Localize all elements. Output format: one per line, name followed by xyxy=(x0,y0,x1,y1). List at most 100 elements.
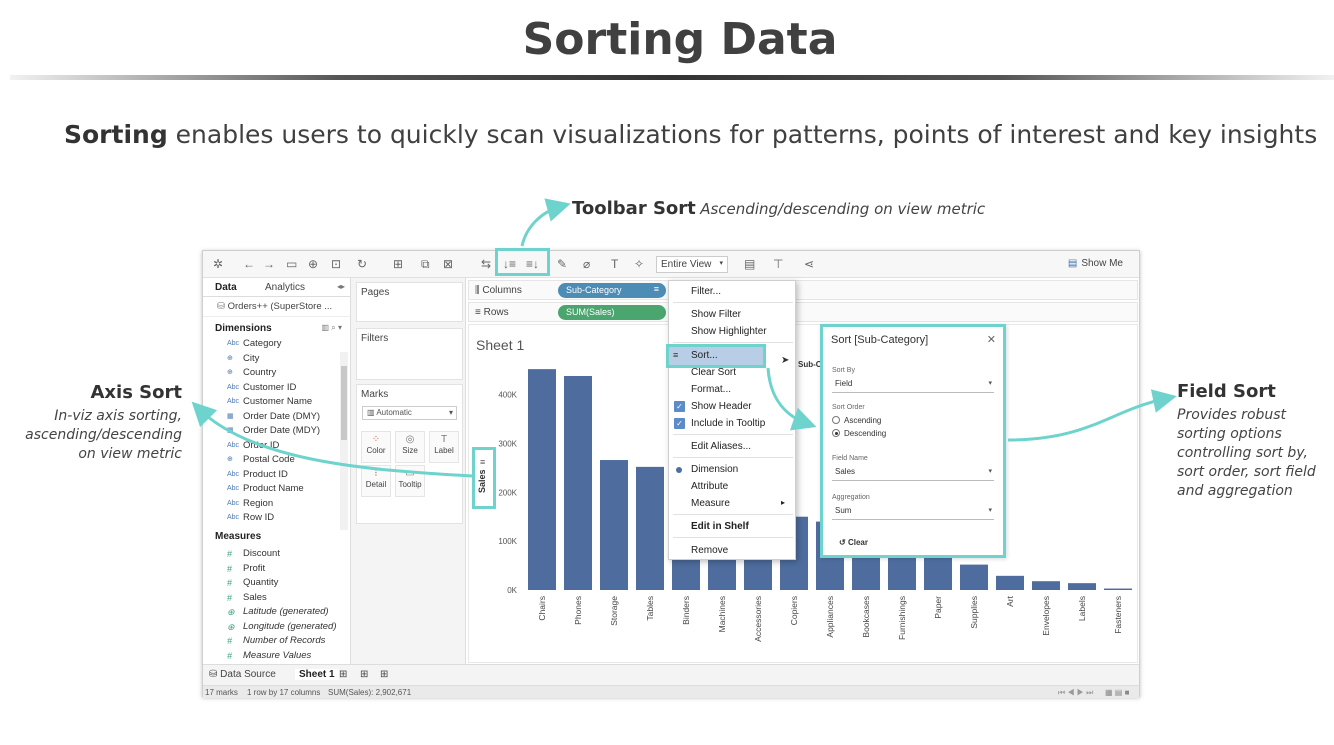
undo-icon[interactable]: ← xyxy=(243,257,255,271)
new-worksheet-icon[interactable]: ⊞ xyxy=(339,669,347,680)
dimension-field[interactable]: Abc Product ID xyxy=(203,468,350,483)
x-tick-label: Envelopes xyxy=(1041,596,1051,636)
menu-attribute[interactable]: Attribute xyxy=(691,481,728,492)
bar-envelopes[interactable] xyxy=(1032,581,1060,590)
sub-category-pill[interactable]: Sub-Category ≡ xyxy=(558,283,666,298)
sheet-nav-icons[interactable]: ⏮ ◀ ▶ ⏭ xyxy=(1058,688,1093,698)
columns-shelf[interactable]: ⫼ Columns Sub-Category ≡ xyxy=(468,280,1138,300)
label-icon[interactable]: T xyxy=(611,257,618,271)
show-me-button[interactable]: ▤ Show Me xyxy=(1068,258,1123,269)
menu-edit-in-shelf[interactable]: Edit in Shelf xyxy=(691,521,749,532)
menu-show-highlighter[interactable]: Show Highlighter xyxy=(691,326,767,337)
dimension-field[interactable]: Abc Order ID xyxy=(203,439,350,454)
bar-art[interactable] xyxy=(996,575,1024,590)
dimension-field[interactable]: ⊕ Postal Code xyxy=(203,453,350,468)
presentation-icon[interactable]: ⊤ xyxy=(773,257,783,271)
measure-field[interactable]: # Measure Values xyxy=(203,649,350,664)
menu-sort-highlighted[interactable]: ≡ Sort... ➤ xyxy=(666,344,789,368)
measure-field[interactable]: # Discount xyxy=(203,547,350,562)
pause-updates-icon[interactable]: ⊡ xyxy=(331,257,341,271)
measure-field[interactable]: # Sales xyxy=(203,591,350,606)
save-icon[interactable]: ▭ xyxy=(286,257,297,271)
bar-labels[interactable] xyxy=(1068,583,1096,590)
minimize-icon[interactable]: ◂▸ xyxy=(337,282,345,291)
bar-storage[interactable] xyxy=(600,460,628,590)
bar-chairs[interactable] xyxy=(528,369,556,590)
menu-show-filter[interactable]: Show Filter xyxy=(691,309,741,320)
tab-analytics[interactable]: Analytics xyxy=(265,282,305,293)
bar-fasteners[interactable] xyxy=(1104,588,1132,590)
rows-shelf[interactable]: ≡ Rows SUM(Sales) xyxy=(468,302,1138,322)
data-source-tab[interactable]: ⛁ Data Source xyxy=(209,669,276,680)
bar-phones[interactable] xyxy=(564,375,592,590)
filters-card[interactable]: Filters xyxy=(356,328,463,380)
measure-field[interactable]: # Number of Records xyxy=(203,634,350,649)
new-sheet-icon[interactable]: ⊞ xyxy=(393,257,403,271)
view-mode-icons[interactable]: ▦ ▤ ■ xyxy=(1105,688,1129,697)
new-story-icon[interactable]: ⊞ xyxy=(380,669,388,680)
share-icon[interactable]: ⋖ xyxy=(804,257,814,271)
pin-icon[interactable]: ✧ xyxy=(634,257,644,271)
redo-icon[interactable]: → xyxy=(263,257,275,271)
menu-format[interactable]: Format... xyxy=(691,384,731,395)
dimension-field[interactable]: Abc Row ID xyxy=(203,511,350,526)
menu-dimension[interactable]: Dimension xyxy=(691,464,738,475)
color-button[interactable]: ⁘ Color xyxy=(361,431,391,463)
mark-type-dropdown[interactable]: ▥ Automatic ▾ xyxy=(362,406,457,420)
menu-measure[interactable]: Measure xyxy=(691,498,730,509)
size-button[interactable]: ◎ Size xyxy=(395,431,425,463)
dimension-field[interactable]: Abc Product Name xyxy=(203,482,350,497)
dimension-field[interactable]: Abc Customer Name xyxy=(203,395,350,410)
dimension-field[interactable]: ▦ Order Date (MDY) xyxy=(203,424,350,439)
dimension-field[interactable]: Abc Customer ID xyxy=(203,381,350,396)
clear-button[interactable]: ↺ Clear xyxy=(839,538,868,547)
measure-field[interactable]: ⊕ Latitude (generated) xyxy=(203,605,350,620)
close-icon[interactable]: ✕ xyxy=(987,333,996,346)
refresh-icon[interactable]: ↻ xyxy=(357,257,367,271)
menu-show-header[interactable]: Show Header xyxy=(691,401,752,412)
menu-include-in-tooltip[interactable]: Include in Tooltip xyxy=(691,418,765,429)
tab-data[interactable]: Data xyxy=(215,282,237,293)
new-dashboard-icon[interactable]: ⊞ xyxy=(360,669,368,680)
dimension-field[interactable]: Abc Segment xyxy=(203,526,350,528)
dimension-field[interactable]: ▦ Order Date (DMY) xyxy=(203,410,350,425)
menu-filter[interactable]: Filter... xyxy=(691,286,721,297)
label-button[interactable]: T Label xyxy=(429,431,459,463)
dimension-scrollbar[interactable] xyxy=(340,352,348,530)
clear-sheet-icon[interactable]: ⊠ xyxy=(443,257,453,271)
detail-button[interactable]: ⁝ Detail xyxy=(361,465,391,497)
measure-field[interactable]: ⊕ Longitude (generated) xyxy=(203,620,350,635)
sort-by-select[interactable]: Field ▾ xyxy=(832,379,994,393)
bar-tables[interactable] xyxy=(636,466,664,590)
scrollbar-thumb[interactable] xyxy=(341,366,347,440)
x-tick-label: Copiers xyxy=(789,596,799,625)
swap-icon[interactable]: ⇆ xyxy=(481,257,491,271)
dimension-field[interactable]: ⊕ City xyxy=(203,352,350,367)
dimensions-tools-icon[interactable]: ▥ ⌕ ▾ xyxy=(322,323,343,333)
field-name-select[interactable]: Sales ▾ xyxy=(832,467,994,481)
show-cards-icon[interactable]: ▤ xyxy=(744,257,755,271)
highlight-icon[interactable]: ✎ xyxy=(557,257,567,271)
ascending-radio[interactable]: Ascending xyxy=(832,416,881,425)
new-datasource-icon[interactable]: ⊕ xyxy=(308,257,318,271)
pages-card[interactable]: Pages xyxy=(356,282,463,322)
menu-edit-aliases[interactable]: Edit Aliases... xyxy=(691,441,751,452)
duplicate-sheet-icon[interactable]: ⧉ xyxy=(421,257,430,271)
menu-clear-sort[interactable]: Clear Sort xyxy=(691,367,736,378)
aggregation-select[interactable]: Sum ▾ xyxy=(832,506,994,520)
sum-sales-pill[interactable]: SUM(Sales) xyxy=(558,305,666,320)
bar-supplies[interactable] xyxy=(960,564,988,590)
tooltip-button[interactable]: ▭ Tooltip xyxy=(395,465,425,497)
dimension-field[interactable]: Abc Category xyxy=(203,337,350,352)
datasource-name: Orders++ (SuperStore ... xyxy=(227,301,333,312)
sheet-tab[interactable]: Sheet 1 xyxy=(295,669,339,680)
fit-dropdown[interactable]: Entire View ▾ xyxy=(656,256,728,273)
menu-remove[interactable]: Remove xyxy=(691,545,728,556)
descending-radio[interactable]: Descending xyxy=(832,429,886,438)
dimension-field[interactable]: Abc Region xyxy=(203,497,350,512)
dimension-field[interactable]: ⊕ Country xyxy=(203,366,350,381)
measure-field[interactable]: # Quantity xyxy=(203,576,350,591)
datasource-item[interactable]: ⛁ Orders++ (SuperStore ... xyxy=(203,297,350,317)
measure-field[interactable]: # Profit xyxy=(203,562,350,577)
group-icon[interactable]: ⌀ xyxy=(583,257,590,271)
